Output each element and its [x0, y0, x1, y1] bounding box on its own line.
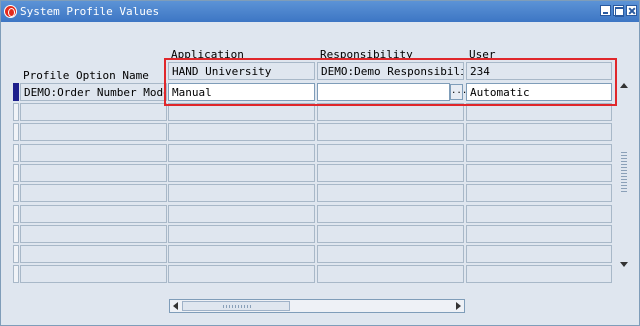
record-indicator[interactable]	[13, 245, 19, 264]
current-record-indicator[interactable]	[13, 83, 19, 101]
empty-row-cell[interactable]	[317, 265, 464, 284]
empty-row-cell[interactable]	[168, 184, 315, 203]
highlight-box	[164, 58, 617, 106]
empty-row-cell[interactable]	[20, 163, 167, 182]
record-indicator[interactable]	[13, 184, 19, 203]
scroll-up-icon[interactable]	[620, 83, 628, 88]
empty-row-cell[interactable]	[20, 265, 167, 284]
empty-row-cell[interactable]	[168, 123, 315, 142]
empty-row-cell[interactable]	[20, 123, 167, 142]
record-indicator[interactable]	[13, 204, 19, 223]
empty-row-cell[interactable]	[168, 245, 315, 264]
empty-row-cell[interactable]	[317, 123, 464, 142]
empty-row-cell[interactable]	[20, 224, 167, 243]
empty-row-cell[interactable]	[466, 265, 612, 284]
empty-row-cell[interactable]	[168, 143, 315, 162]
scroll-grip-icon[interactable]	[621, 152, 627, 192]
empty-row-cell[interactable]	[20, 184, 167, 203]
empty-row-cell[interactable]	[317, 143, 464, 162]
record-indicator[interactable]	[13, 224, 19, 243]
record-indicator[interactable]	[13, 163, 19, 182]
empty-row-cell[interactable]	[20, 245, 167, 264]
horizontal-scrollbar[interactable]	[169, 299, 465, 313]
empty-row-cell[interactable]	[317, 163, 464, 182]
record-indicator[interactable]	[13, 123, 19, 142]
empty-row-cell[interactable]	[317, 184, 464, 203]
empty-row-cell[interactable]	[168, 224, 315, 243]
system-profile-values-window: System Profile Values Profile Option Nam…	[0, 0, 640, 326]
scroll-down-icon[interactable]	[620, 262, 628, 267]
scroll-right-icon[interactable]	[456, 302, 461, 310]
empty-row-cell[interactable]	[168, 163, 315, 182]
record-indicator[interactable]	[13, 143, 19, 162]
empty-row-cell[interactable]	[20, 204, 167, 223]
profile-option-name-field[interactable]: DEMO:Order Number Mode	[20, 83, 167, 101]
empty-row-cell[interactable]	[466, 123, 612, 142]
scroll-left-icon[interactable]	[173, 302, 178, 310]
empty-row-cell[interactable]	[317, 204, 464, 223]
empty-row-cell[interactable]	[20, 143, 167, 162]
empty-row-cell[interactable]	[466, 204, 612, 223]
empty-row-cell[interactable]	[466, 184, 612, 203]
oracle-logo-icon	[4, 5, 17, 18]
empty-row-cell[interactable]	[466, 224, 612, 243]
empty-row-cell[interactable]	[466, 143, 612, 162]
horizontal-scroll-thumb[interactable]	[182, 301, 290, 311]
empty-row-cell[interactable]	[317, 224, 464, 243]
empty-row-cell[interactable]	[466, 245, 612, 264]
minimize-icon[interactable]	[600, 5, 611, 16]
empty-row-cell[interactable]	[466, 163, 612, 182]
empty-row-cell[interactable]	[317, 245, 464, 264]
empty-row-cell[interactable]	[168, 204, 315, 223]
header-profile-option-name: Profile Option Name	[23, 69, 149, 82]
title-bar: System Profile Values	[1, 1, 639, 22]
maximize-icon[interactable]	[613, 5, 624, 17]
close-icon[interactable]	[626, 5, 637, 16]
vertical-scrollbar[interactable]	[618, 80, 630, 270]
record-indicator[interactable]	[13, 103, 19, 121]
empty-row-cell[interactable]	[168, 265, 315, 284]
window-title: System Profile Values	[20, 5, 160, 18]
empty-row-cell[interactable]	[20, 103, 167, 121]
record-indicator[interactable]	[13, 265, 19, 284]
